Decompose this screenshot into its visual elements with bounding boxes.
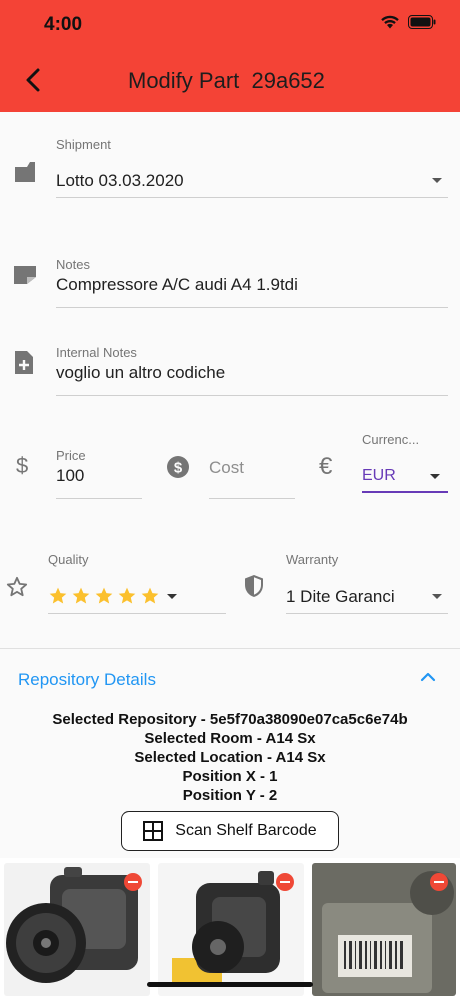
currency-underline [362,491,448,493]
currency-dropdown[interactable]: EUR [362,467,396,485]
back-arrow-icon[interactable] [20,66,48,94]
position-x-text: Position X - 1 [182,768,278,785]
page-title: Modify Part 29a652 [128,68,325,93]
quality-label: Quality [48,552,89,567]
price-input[interactable]: 100 [56,466,84,486]
cost-input[interactable]: Cost [209,458,244,478]
scan-shelf-barcode-button[interactable]: Scan Shelf Barcode [121,811,339,851]
part-photo-1[interactable] [4,863,150,996]
repository-details-header[interactable]: Repository Details [18,670,156,690]
folder-icon [15,162,35,182]
star-icon[interactable] [94,586,114,606]
section-divider [0,648,460,649]
price-underline [56,498,142,499]
warranty-dropdown-icon[interactable] [432,594,442,599]
repository-info: Selected Repository - 5e5f70a38090e07ca5… [0,710,460,805]
selected-room-text: Selected Room - A14 Sx [144,730,316,747]
part-photo-3[interactable] [312,863,456,996]
shipment-dropdown[interactable]: Lotto 03.03.2020 [56,171,184,191]
scan-button-label: Scan Shelf Barcode [175,822,317,839]
currency-dropdown-icon[interactable] [430,474,440,479]
part-photo-2[interactable] [158,863,304,996]
price-label: Price [56,448,86,463]
warranty-dropdown[interactable]: 1 Dite Garanci [286,587,395,607]
euro-icon: € [319,453,333,480]
star-icon[interactable] [140,586,160,606]
position-y-text: Position Y - 2 [182,787,278,804]
notes-underline [56,307,448,308]
svg-text:$: $ [174,460,183,477]
dollar-icon: $ [16,453,29,478]
chevron-up-icon[interactable] [420,671,436,683]
quality-rating[interactable] [48,586,160,606]
shipment-underline [56,197,448,198]
status-time: 4:00 [44,14,83,35]
internal-notes-underline [56,395,448,396]
note-add-icon [15,351,33,374]
wifi-icon [381,15,399,29]
status-icons [380,14,436,29]
notes-input[interactable]: Compressore A/C audi A4 1.9tdi [56,275,298,295]
quality-underline [48,613,226,614]
selected-location-text: Selected Location - A14 Sx [134,749,326,766]
note-icon [14,266,36,284]
shipment-dropdown-icon[interactable] [432,178,442,183]
star-outline-icon [6,576,28,597]
star-icon[interactable] [117,586,137,606]
shield-icon [245,575,263,597]
selected-repository-text: Selected Repository - 5e5f70a38090e07ca5… [52,711,408,728]
photo-gallery [0,858,460,996]
notes-label: Notes [56,257,90,272]
quality-dropdown-icon[interactable] [167,594,177,599]
warranty-label: Warranty [286,552,339,567]
battery-icon [408,14,436,29]
warranty-underline [286,613,448,614]
app-bar: 4:00 Modify Part 29a652 [0,0,460,112]
remove-photo-3-button[interactable] [430,873,448,891]
remove-photo-2-button[interactable] [276,873,294,891]
home-indicator [147,982,313,987]
cost-underline [209,498,295,499]
internal-notes-input[interactable]: voglio un altro codiche [56,363,225,383]
barcode-scan-icon [143,821,164,841]
remove-photo-1-button[interactable] [124,873,142,891]
shipment-label: Shipment [56,137,111,152]
money-circle-icon: $ [167,456,189,478]
internal-notes-label: Internal Notes [56,345,137,360]
currency-label: Currenc... [362,432,420,447]
star-icon[interactable] [48,586,68,606]
star-icon[interactable] [71,586,91,606]
